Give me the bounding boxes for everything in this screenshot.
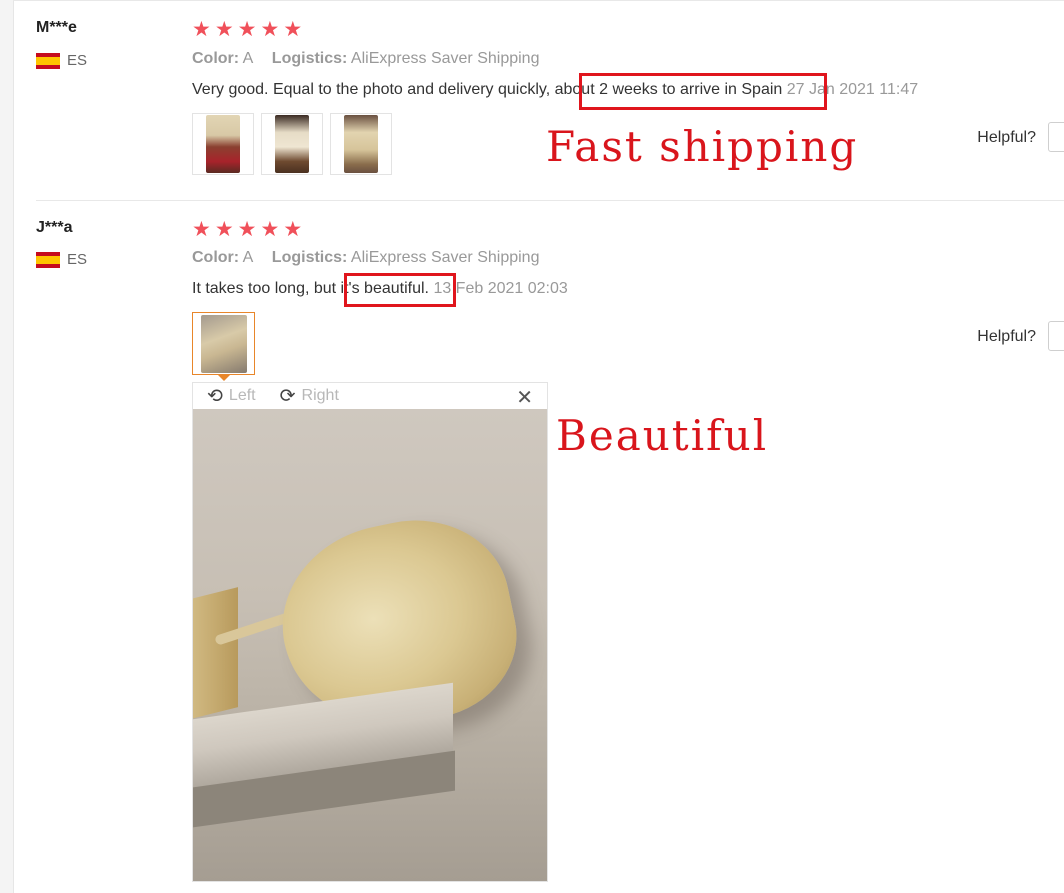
helpful-button[interactable]	[1048, 122, 1064, 152]
spain-flag-icon	[36, 52, 60, 69]
rotate-left-button[interactable]: Left	[229, 387, 256, 405]
annotation-text: Beautiful	[556, 411, 769, 460]
star-icon: ★	[260, 18, 280, 41]
star-icon: ★	[260, 218, 280, 241]
review-photos	[192, 312, 255, 381]
star-icon: ★	[283, 218, 303, 241]
star-icon: ★	[192, 18, 211, 41]
reviewer-name: M***e	[36, 19, 77, 36]
highlight-box	[344, 273, 456, 307]
logistics-label: Logistics:	[271, 249, 348, 266]
photo-viewer: ⟲ Left ⟳ Right ✕	[192, 382, 548, 882]
country-code: ES	[67, 52, 88, 69]
review-text-main: Very good. Equal to the photo and delive…	[192, 81, 555, 98]
star-rating: ★ ★ ★ ★ ★	[192, 218, 303, 241]
viewer-toolbar: ⟲ Left ⟳ Right	[193, 383, 547, 409]
review-photos	[192, 113, 392, 175]
color-label: Color:	[192, 249, 240, 266]
helpful-label: Helpful?	[977, 328, 1036, 345]
review-item: J***a ES ★ ★ ★ ★ ★ Color: A Logistics: A…	[36, 201, 1064, 893]
rotate-left-icon[interactable]: ⟲	[207, 385, 223, 408]
page-left-gutter	[0, 0, 14, 893]
review-photo-large	[193, 409, 547, 881]
reviewer-name: J***a	[36, 219, 73, 236]
country-code: ES	[67, 251, 88, 268]
color-value: A	[242, 249, 254, 266]
review-photo-thumbnail-selected[interactable]	[192, 312, 255, 381]
rotate-right-icon[interactable]: ⟳	[280, 385, 296, 408]
review-photo-thumbnail[interactable]	[330, 113, 392, 175]
star-icon: ★	[214, 18, 234, 41]
helpful-label: Helpful?	[977, 129, 1036, 146]
review-meta: Color: A Logistics: AliExpress Saver Shi…	[192, 249, 539, 267]
annotation-text: Fast shipping	[546, 122, 859, 171]
review-item: M***e ES ★ ★ ★ ★ ★ Color: A Logistics: A…	[36, 0, 1064, 200]
star-icon: ★	[192, 218, 211, 241]
rotate-right-button[interactable]: Right	[302, 387, 339, 405]
review-text-main: It takes too long, but	[192, 280, 341, 297]
caret-indicator	[218, 375, 230, 381]
star-icon: ★	[237, 218, 257, 241]
review-photo-thumbnail[interactable]	[192, 113, 254, 175]
logistics-value: AliExpress Saver Shipping	[350, 50, 540, 67]
review-meta: Color: A Logistics: AliExpress Saver Shi…	[192, 50, 539, 68]
reviewer-country: ES	[36, 251, 87, 268]
star-icon: ★	[283, 18, 303, 41]
star-icon: ★	[237, 18, 257, 41]
color-label: Color:	[192, 50, 240, 67]
review-photo-thumbnail[interactable]	[261, 113, 323, 175]
highlight-box	[579, 73, 827, 110]
reviewer-country: ES	[36, 52, 87, 69]
color-value: A	[242, 50, 254, 67]
star-rating: ★ ★ ★ ★ ★	[192, 18, 303, 41]
logistics-value: AliExpress Saver Shipping	[350, 249, 540, 266]
star-icon: ★	[214, 218, 234, 241]
spain-flag-icon	[36, 251, 60, 268]
logistics-label: Logistics:	[271, 50, 348, 67]
close-icon[interactable]: ✕	[516, 385, 533, 410]
helpful-button[interactable]	[1048, 321, 1064, 351]
